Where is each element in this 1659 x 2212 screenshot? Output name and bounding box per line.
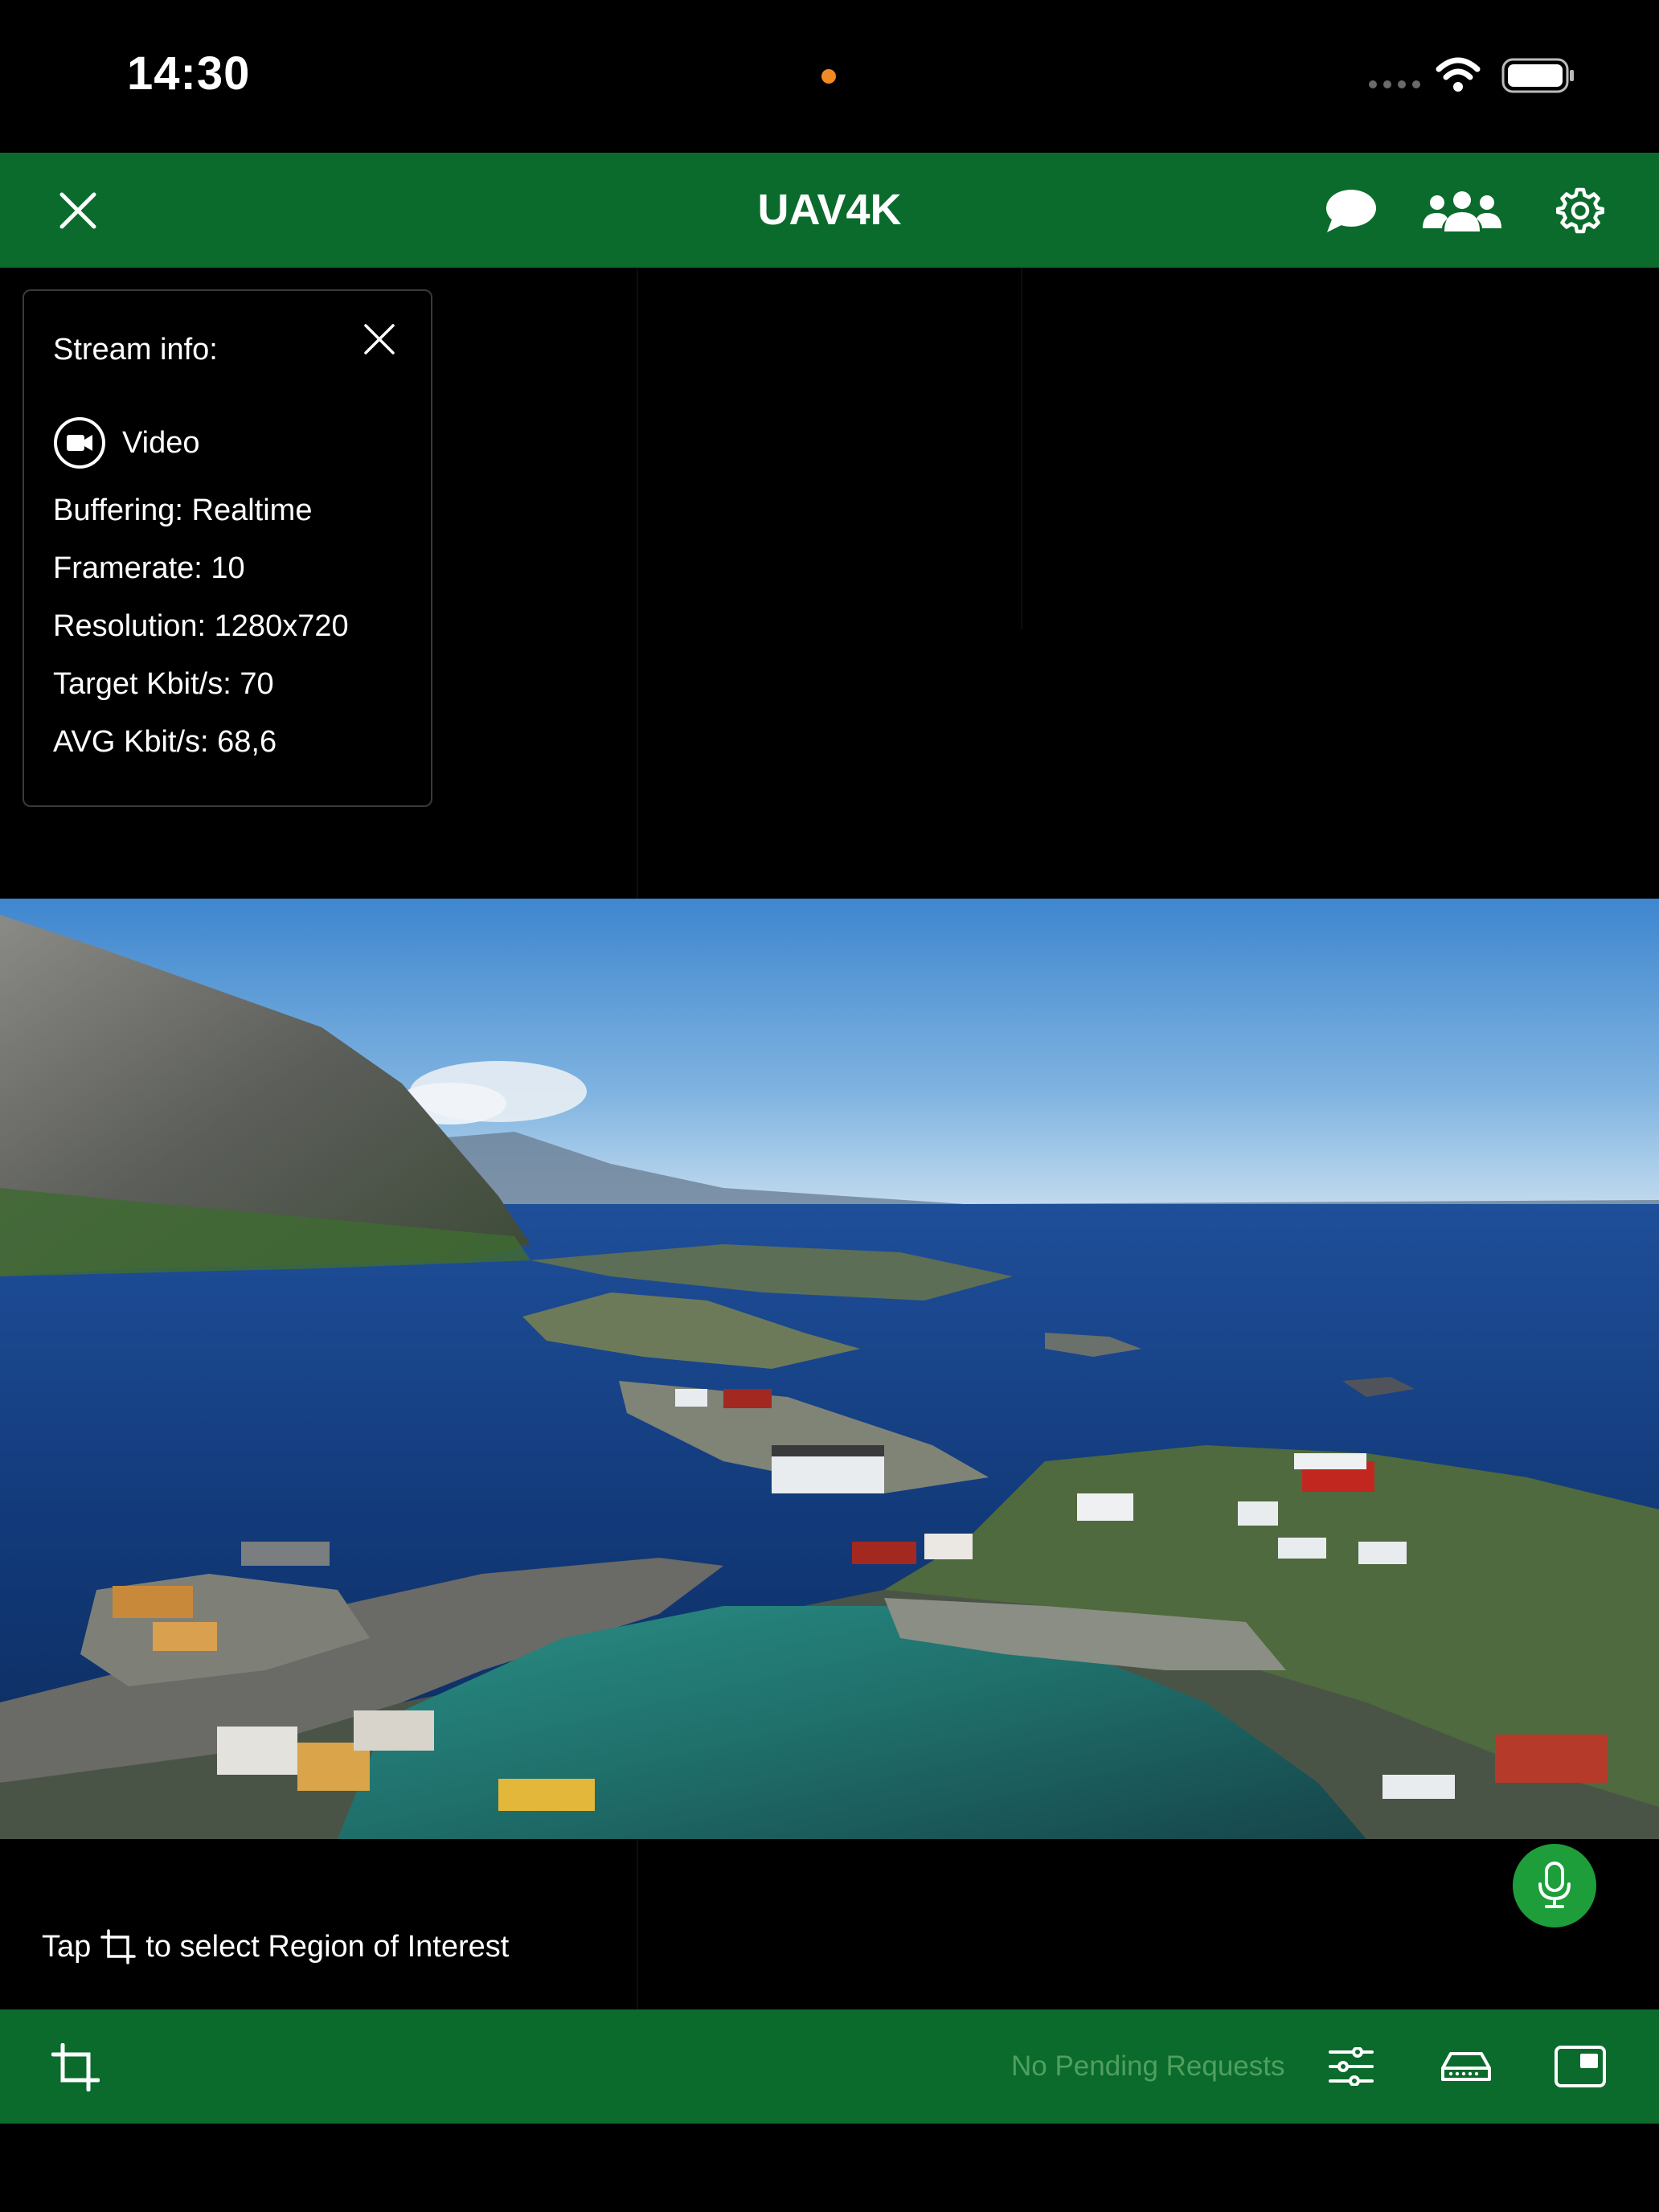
resolution-value: Resolution: 1280x720	[53, 609, 349, 643]
gear-icon	[1556, 187, 1604, 234]
group-icon	[1423, 191, 1501, 231]
pending-requests-label: No Pending Requests	[1011, 2050, 1285, 2082]
wifi-icon	[1436, 57, 1481, 92]
framerate-value: Framerate: 10	[53, 551, 245, 585]
battery-icon	[1501, 58, 1574, 93]
crop-icon	[51, 2043, 100, 2091]
cellular-signal-icon	[1369, 80, 1420, 88]
storage-button[interactable]	[1436, 2038, 1497, 2095]
microphone-button[interactable]	[1513, 1844, 1596, 1927]
crop-button[interactable]	[45, 2037, 106, 2098]
picture-in-picture-icon	[1555, 2046, 1606, 2087]
media-type-row: Video	[53, 416, 200, 469]
microphone-icon	[1538, 1862, 1571, 1908]
video-viewport[interactable]: Stream info: Video Buffering: Realtime F…	[0, 268, 1659, 2009]
media-type-label: Video	[122, 425, 200, 460]
home-indicator-area	[0, 2124, 1659, 2212]
stream-info-panel: Stream info: Video Buffering: Realtime F…	[23, 289, 432, 807]
video-camera-icon	[54, 417, 105, 469]
roi-hint-prefix: Tap	[42, 1929, 92, 1964]
target-bitrate-value: Target Kbit/s: 70	[53, 667, 274, 701]
top-bar: UAV4K	[0, 153, 1659, 268]
grid-line	[1021, 268, 1022, 629]
page-title: UAV4K	[757, 186, 902, 234]
stream-info-close-button[interactable]	[363, 323, 395, 359]
status-bar: 14:30	[0, 0, 1659, 153]
stream-info-title: Stream info:	[53, 333, 218, 367]
aerial-video-image	[0, 899, 1659, 1839]
settings-button[interactable]	[1551, 182, 1609, 240]
status-time: 14:30	[127, 47, 251, 100]
crop-icon	[100, 1929, 137, 1964]
picture-in-picture-button[interactable]	[1551, 2038, 1609, 2095]
chat-bubble-icon	[1326, 190, 1376, 232]
bottom-toolbar: No Pending Requests	[0, 2009, 1659, 2124]
storage-icon	[1441, 2052, 1491, 2081]
participants-button[interactable]	[1419, 182, 1505, 240]
chat-button[interactable]	[1321, 182, 1379, 240]
roi-hint-suffix: to select Region of Interest	[145, 1929, 510, 1964]
adjustments-button[interactable]	[1323, 2038, 1379, 2095]
roi-hint: Tap to select Region of Interest	[42, 1929, 509, 1964]
avg-bitrate-value: AVG Kbit/s: 68,6	[53, 725, 277, 759]
recording-indicator	[821, 69, 836, 84]
close-icon	[364, 324, 395, 354]
buffering-value: Buffering: Realtime	[53, 494, 313, 527]
video-frame[interactable]	[0, 899, 1659, 1839]
sliders-icon	[1329, 2047, 1374, 2086]
